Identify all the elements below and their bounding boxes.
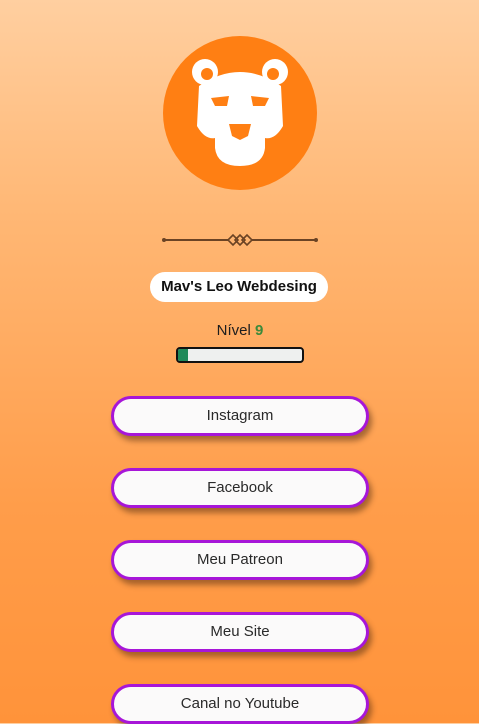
- lion-icon: [192, 59, 288, 166]
- level-progress-fill: [178, 349, 188, 361]
- level-label: Nível: [216, 322, 251, 339]
- youtube-link-button[interactable]: Canal no Youtube: [111, 684, 369, 724]
- facebook-link-button[interactable]: Facebook: [111, 468, 369, 508]
- level-number: 9: [255, 322, 264, 339]
- level-indicator: Nível 9: [140, 322, 340, 339]
- site-link-button[interactable]: Meu Site: [111, 612, 369, 652]
- profile-name: Mav's Leo Webdesing: [150, 272, 328, 302]
- level-progress-bar: [176, 347, 304, 363]
- patreon-link-button[interactable]: Meu Patreon: [111, 540, 369, 580]
- ornament-divider: [162, 233, 318, 247]
- instagram-link-button[interactable]: Instagram: [111, 396, 369, 436]
- profile-avatar: [163, 36, 317, 190]
